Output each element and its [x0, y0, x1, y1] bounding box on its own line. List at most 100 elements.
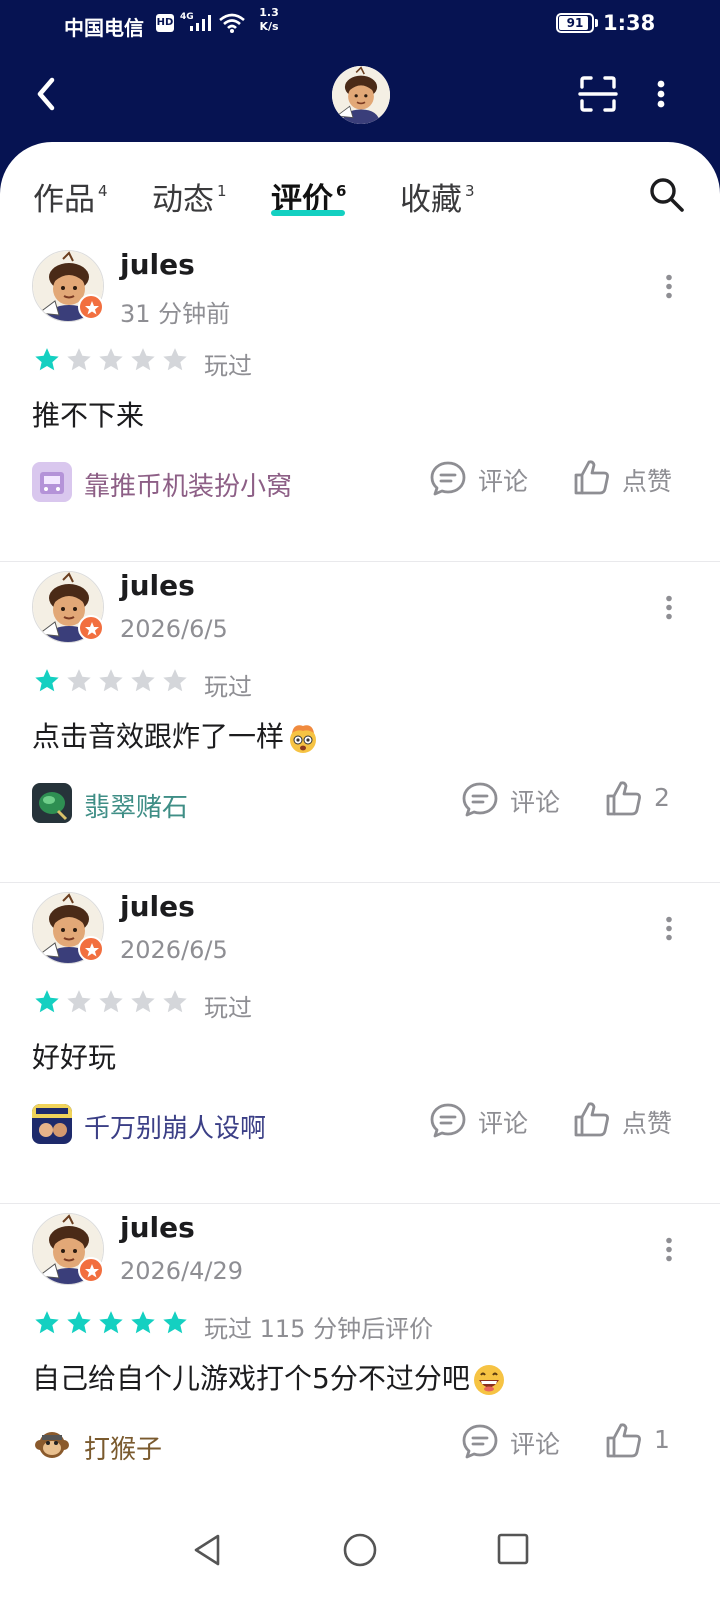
thumbs-up-icon [606, 781, 641, 816]
user-avatar[interactable] [32, 250, 104, 322]
game-name: 靠推币机装扮小窝 [84, 472, 293, 502]
tab-label: 收藏 [400, 182, 462, 218]
comment-button[interactable]: 评论 [460, 779, 570, 819]
like-button[interactable]: 点赞 [572, 458, 682, 498]
comment-label: 评论 [510, 1430, 561, 1459]
like-button[interactable]: 2 [604, 779, 714, 819]
review-text: 自己给自个儿游戏打个5分不过分吧 [32, 1362, 470, 1395]
user-avatar[interactable] [32, 571, 104, 643]
comment-icon [430, 461, 466, 496]
tab-count: 1 [217, 182, 227, 200]
battery-tip [595, 19, 598, 27]
more-vertical-icon[interactable] [664, 595, 674, 621]
star-filled-icon [35, 990, 59, 1013]
review-card[interactable]: jules 2026/6/5 玩过 点击音效跟炸了一样 翡翠赌石 评论 2 [0, 557, 720, 883]
comment-icon [430, 1103, 466, 1138]
review-card[interactable]: jules 2026/4/29 玩过 115 分钟后评价 自己给自个儿游戏打个5分不过… [0, 1199, 720, 1525]
review-time: 31 分钟前 [120, 300, 231, 328]
star-empty-icon [163, 348, 187, 371]
like-button[interactable]: 1 [604, 1421, 714, 1461]
tab-favorites[interactable]: 收藏 3 [400, 174, 475, 219]
star-empty-icon [131, 669, 155, 692]
verified-badge-icon [78, 615, 104, 641]
game-name: 打猴子 [84, 1435, 163, 1465]
circle-home-icon[interactable] [342, 1532, 378, 1568]
user-avatar[interactable] [32, 1213, 104, 1285]
review-text: 推不下来 [32, 399, 145, 432]
review-card[interactable]: jules 31 分钟前 玩过 推不下来 靠推币机装扮小窝 评论 点赞 [0, 236, 720, 562]
comment-icon [462, 782, 498, 817]
verified-badge-icon [78, 294, 104, 320]
game-icon [32, 783, 72, 823]
star-empty-icon [163, 990, 187, 1013]
game-icon [32, 462, 72, 502]
signal-icon [190, 15, 211, 31]
comment-label: 评论 [510, 788, 561, 817]
review-card[interactable]: jules 2026/6/5 玩过 好好玩 千万别崩人设啊 评论 点赞 [0, 878, 720, 1204]
comment-button[interactable]: 评论 [428, 458, 538, 498]
verified-badge-icon [78, 936, 104, 962]
active-tab-indicator [271, 210, 345, 216]
profile-header [0, 52, 720, 142]
square-recent-icon[interactable] [496, 1532, 530, 1566]
username[interactable]: jules [120, 569, 195, 602]
like-button[interactable]: 点赞 [572, 1100, 682, 1140]
triangle-back-icon[interactable] [190, 1532, 224, 1568]
grinning-face-emoji [473, 1365, 504, 1395]
status-bar: 中国电信 HD 4G 1.3 K/s 91 1:38 [0, 0, 720, 52]
star-filled-icon [99, 1311, 123, 1334]
tab-count: 3 [465, 182, 475, 200]
username[interactable]: jules [120, 248, 195, 281]
star-filled-icon [35, 1311, 59, 1334]
battery-icon: 91 [556, 13, 594, 33]
carrier-name: 中国电信 [64, 16, 144, 40]
comment-button[interactable]: 评论 [428, 1100, 538, 1140]
star-empty-icon [99, 669, 123, 692]
star-empty-icon [131, 348, 155, 371]
like-label: 1 [654, 1425, 670, 1454]
thumbs-up-icon [574, 460, 609, 495]
tab-works[interactable]: 作品 4 [33, 174, 108, 219]
hd-icon: HD [156, 14, 174, 32]
comment-label: 评论 [478, 1109, 529, 1138]
header-avatar[interactable] [332, 66, 390, 124]
more-vertical-icon[interactable] [664, 274, 674, 300]
tab-count: 6 [336, 182, 347, 200]
star-empty-icon [99, 990, 123, 1013]
thumbs-up-icon [606, 1423, 641, 1458]
username[interactable]: jules [120, 1211, 195, 1244]
star-empty-icon [163, 669, 187, 692]
tab-bar: 作品 4 动态 1 评价 6 收藏 3 [0, 142, 720, 232]
more-vertical-icon[interactable] [664, 916, 674, 942]
star-filled-icon [163, 1311, 187, 1334]
wifi-icon [219, 13, 245, 33]
more-vertical-icon[interactable] [656, 80, 666, 110]
review-body: 点击音效跟炸了一样 [32, 715, 320, 755]
avatar-illustration [332, 66, 390, 124]
battery-level: 91 [566, 16, 584, 30]
star-empty-icon [67, 348, 91, 371]
review-time: 2026/6/5 [120, 936, 228, 964]
username[interactable]: jules [120, 890, 195, 923]
search-icon[interactable] [648, 176, 686, 214]
more-vertical-icon[interactable] [664, 1237, 674, 1263]
star-empty-icon [67, 990, 91, 1013]
clock: 1:38 [603, 11, 656, 35]
star-empty-icon [99, 348, 123, 371]
network-speed-unit: K/s [259, 20, 279, 33]
star-filled-icon [35, 669, 59, 692]
thumbs-up-icon [574, 1102, 609, 1137]
tab-activity[interactable]: 动态 1 [152, 174, 227, 219]
star-filled-icon [67, 1311, 91, 1334]
comment-button[interactable]: 评论 [460, 1421, 570, 1461]
exploding-head-emoji [290, 725, 317, 753]
chevron-left-icon[interactable] [30, 74, 66, 114]
scan-icon[interactable] [578, 74, 618, 114]
network-speed-value: 1.3 [259, 6, 279, 19]
comment-icon [462, 1424, 498, 1459]
network-speed: 1.3 K/s [254, 6, 284, 34]
review-body: 自己给自个儿游戏打个5分不过分吧 [32, 1357, 506, 1397]
user-avatar[interactable] [32, 892, 104, 964]
star-empty-icon [131, 990, 155, 1013]
tab-label: 动态 [152, 182, 214, 218]
